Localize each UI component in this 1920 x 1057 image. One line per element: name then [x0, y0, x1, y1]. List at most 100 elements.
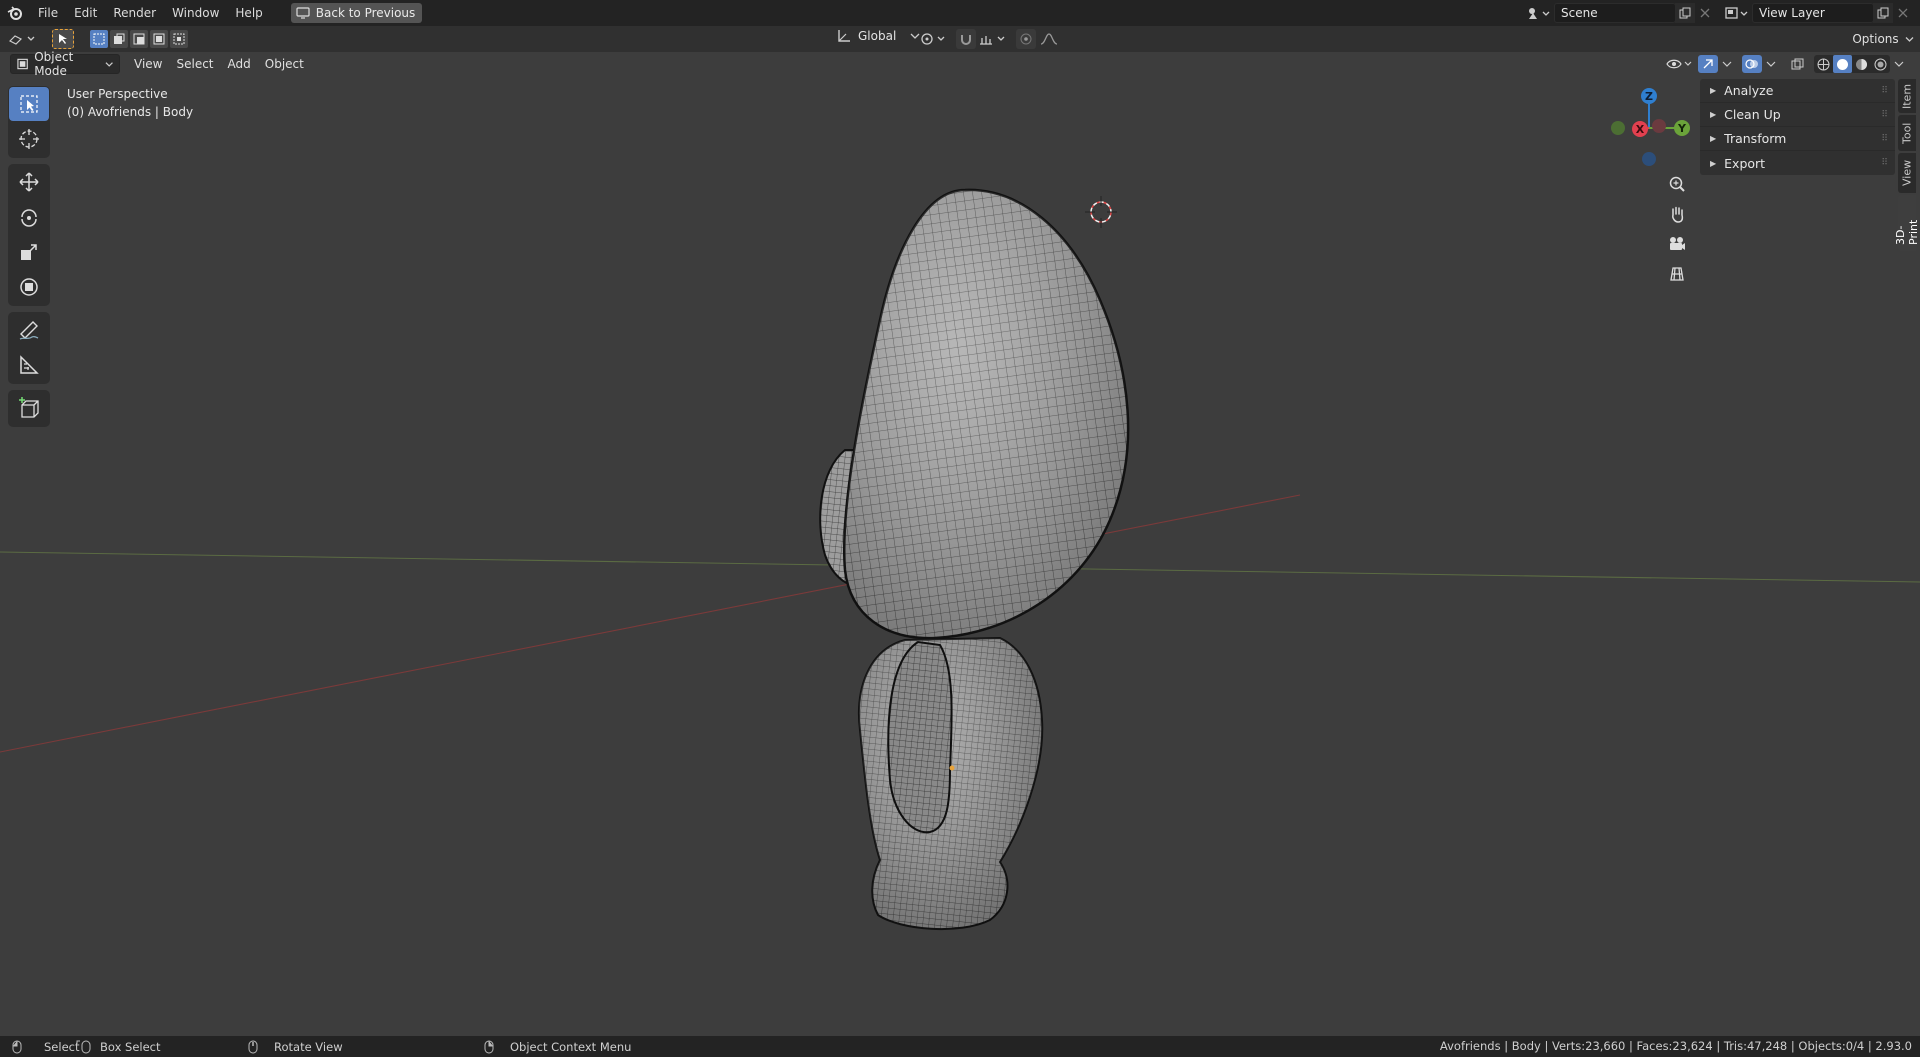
tab-3d-print[interactable]: 3D-Print: [1894, 195, 1920, 251]
panel-analyze[interactable]: ▶ Analyze ⠿: [1700, 79, 1895, 103]
overlays-options-icon[interactable]: [1766, 55, 1778, 73]
menu-file[interactable]: File: [30, 0, 66, 26]
subtract-selection-icon[interactable]: [130, 30, 148, 48]
scene-icon[interactable]: [1524, 3, 1554, 23]
y-axis-label: Y: [1677, 122, 1687, 135]
camera-view-icon[interactable]: [1663, 229, 1691, 259]
back-to-previous-button[interactable]: Back to Previous: [290, 3, 423, 23]
status-context-menu-label: Object Context Menu: [510, 1039, 632, 1054]
orthographic-toggle-icon[interactable]: [1663, 259, 1691, 289]
viewport-menu-add[interactable]: Add: [221, 54, 258, 74]
menu-edit[interactable]: Edit: [66, 0, 105, 26]
annotate-tool-icon[interactable]: [9, 313, 49, 347]
scale-tool-icon[interactable]: [9, 235, 49, 269]
shading-options-icon[interactable]: [1894, 55, 1906, 73]
view-layer-name-field[interactable]: View Layer: [1752, 3, 1874, 23]
z-axis-handle[interactable]: Z: [1641, 88, 1657, 104]
scene-name-field[interactable]: Scene: [1554, 3, 1676, 23]
solid-shading-icon[interactable]: [1833, 55, 1852, 73]
navigation-gizmo[interactable]: Z Y X: [1604, 84, 1694, 174]
viewport-menu-object[interactable]: Object: [258, 54, 311, 74]
snap-target-icon[interactable]: [976, 29, 1010, 49]
x-axis-handle[interactable]: X: [1632, 121, 1648, 137]
panel-clean-up[interactable]: ▶ Clean Up ⠿: [1700, 103, 1895, 127]
y-axis-handle[interactable]: Y: [1674, 120, 1690, 136]
drag-grip-icon[interactable]: ⠿: [1881, 134, 1888, 144]
object-mode-dropdown[interactable]: Object Mode: [10, 50, 120, 78]
panel-export[interactable]: ▶ Export ⠿: [1700, 151, 1895, 175]
extend-selection-icon[interactable]: [110, 30, 128, 48]
tab-tool[interactable]: Tool: [1898, 115, 1916, 151]
select-tool-icon[interactable]: [52, 29, 74, 49]
rendered-shading-icon[interactable]: [1871, 55, 1890, 73]
viewport-menu-view[interactable]: View: [127, 54, 169, 74]
snap-toggle-icon[interactable]: [956, 29, 976, 49]
scene-statistics: Avofriends | Body | Verts:23,660 | Faces…: [1439, 1039, 1912, 1053]
drag-grip-icon[interactable]: ⠿: [1881, 110, 1888, 120]
measure-tool-icon[interactable]: [9, 348, 49, 382]
status-context-menu-hint: Object Context Menu: [484, 1040, 631, 1054]
top-menu-bar: File Edit Render Window Help Back to Pre…: [0, 0, 1920, 26]
zoom-icon[interactable]: [1663, 169, 1691, 199]
view-layer-icon[interactable]: [1722, 3, 1752, 23]
blender-logo-icon[interactable]: [0, 0, 30, 26]
rotate-tool-icon[interactable]: [9, 200, 49, 234]
new-scene-icon[interactable]: [1675, 3, 1695, 23]
delete-scene-icon[interactable]: [1695, 3, 1715, 23]
material-preview-icon[interactable]: [1852, 55, 1871, 73]
3d-cursor-icon[interactable]: [1085, 196, 1117, 228]
transform-tool-icon[interactable]: [9, 270, 49, 304]
menu-window[interactable]: Window: [164, 0, 227, 26]
pivot-point-icon[interactable]: [920, 31, 948, 50]
xray-toggle-icon[interactable]: [1788, 55, 1808, 73]
scene-selector[interactable]: Scene: [1524, 3, 1715, 23]
viewport-menu-select[interactable]: Select: [169, 54, 220, 74]
proportional-edit-icon[interactable]: [1016, 29, 1036, 49]
options-dropdown[interactable]: Options: [1852, 29, 1914, 49]
menu-help[interactable]: Help: [227, 0, 270, 26]
pan-hand-icon[interactable]: [1663, 199, 1691, 229]
add-cube-tool-icon[interactable]: [9, 391, 49, 425]
invert-selection-icon[interactable]: [150, 30, 168, 48]
panel-export-label: Export: [1724, 155, 1766, 171]
tab-item[interactable]: Item: [1898, 79, 1916, 113]
delete-view-layer-icon[interactable]: [1893, 3, 1913, 23]
move-tool-icon[interactable]: [9, 165, 49, 199]
drag-grip-icon[interactable]: ⠿: [1881, 86, 1888, 96]
viewport-display-controls: [1664, 55, 1906, 73]
viewport-menus: View Select Add Object: [127, 54, 311, 74]
neg-y-axis-icon[interactable]: [1611, 121, 1625, 135]
object-mode-label: Object Mode: [34, 50, 74, 78]
panel-transform[interactable]: ▶ Transform ⠿: [1700, 127, 1895, 151]
tab-view[interactable]: View: [1898, 153, 1916, 193]
expand-arrow-icon: ▶: [1710, 110, 1717, 119]
tool-settings-header: Global Options: [0, 26, 1920, 52]
neg-x-axis-icon[interactable]: [1652, 119, 1666, 133]
neg-z-axis-icon[interactable]: [1642, 152, 1656, 166]
snapping-controls: [956, 29, 1010, 49]
status-rotate-view-hint: Rotate View: [248, 1040, 343, 1054]
overlays-toggle-icon[interactable]: [1742, 55, 1762, 73]
wireframe-shading-icon[interactable]: [1814, 55, 1833, 73]
gizmo-toggle-icon[interactable]: [1698, 55, 1718, 73]
gizmo-options-icon[interactable]: [1722, 55, 1734, 73]
view-layer-selector[interactable]: View Layer: [1722, 3, 1913, 23]
active-object-label: (0) Avofriends | Body: [67, 105, 194, 119]
perspective-label: User Perspective: [67, 87, 168, 101]
avofriends-body-mesh[interactable]: [819, 188, 1130, 930]
back-to-previous-label: Back to Previous: [315, 6, 416, 20]
new-view-layer-icon[interactable]: [1873, 3, 1893, 23]
new-selection-icon[interactable]: [90, 30, 108, 48]
transform-tools-group: [8, 164, 50, 306]
editor-type-icon[interactable]: [8, 29, 38, 49]
select-box-tool-icon[interactable]: [9, 87, 49, 121]
menu-render[interactable]: Render: [105, 0, 164, 26]
drag-grip-icon[interactable]: ⠿: [1881, 158, 1888, 168]
visibility-icon[interactable]: [1664, 55, 1694, 73]
transform-orientation-dropdown[interactable]: Global: [836, 29, 920, 43]
intersect-selection-icon[interactable]: [170, 30, 188, 48]
falloff-icon[interactable]: [1036, 29, 1062, 49]
cursor-tool-icon[interactable]: [9, 122, 49, 156]
object-mode-icon: [17, 58, 28, 70]
3d-viewport[interactable]: [0, 26, 1920, 1036]
